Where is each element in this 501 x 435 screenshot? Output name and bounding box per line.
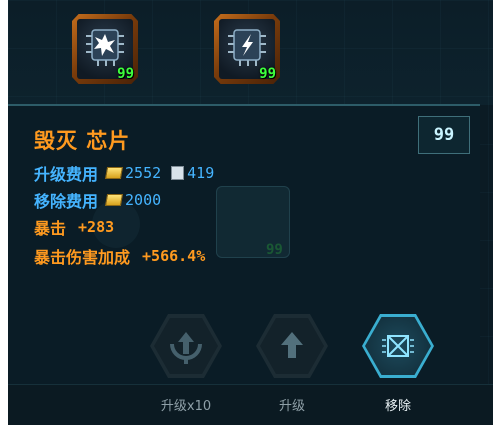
chip-title: 毁灭 芯片 (34, 129, 131, 153)
chip-slot-1[interactable]: 99 (72, 14, 138, 84)
remove-cost-gold: 2000 (125, 191, 162, 209)
gold-icon (104, 194, 124, 206)
remove-cost-row: 移除费用 2000 (34, 189, 161, 211)
stat-crit-damage-label: 暴击伤害加成 (34, 248, 131, 267)
stat-crit-damage-value: +566.4% (142, 247, 206, 265)
upgrade-label: 升级 (278, 399, 305, 414)
stat-crit-label: 暴击 (34, 219, 67, 238)
remove-label: 移除 (384, 399, 411, 414)
chip-count: 99 (259, 66, 276, 82)
chip-material-icon (171, 166, 185, 180)
upgrade-cost-gold: 2552 (125, 164, 162, 182)
chip-lightning-icon (228, 29, 266, 66)
chip-level-badge: 99 (418, 116, 470, 154)
stat-crit-row: 暴击 +283 (34, 216, 114, 238)
stat-crit-damage-row: 暴击伤害加成 +566.4% (34, 245, 205, 267)
background-chip-count: 99 (266, 242, 283, 258)
chip-slot-2[interactable]: 99 (214, 14, 280, 84)
chip-burst-icon (86, 29, 124, 66)
gold-icon (104, 167, 124, 179)
chip-count: 99 (117, 66, 134, 82)
game-screen: 99 99 99 99 毁灭 芯片 升级费用 2552 419 移除费用 200… (8, 0, 493, 425)
upgrade-x10-label: 升级x10 (160, 399, 212, 414)
remove-cost-label: 移除费用 (34, 192, 99, 211)
upgrade-cost-row: 升级费用 2552 419 (34, 162, 214, 184)
stat-crit-value: +283 (78, 218, 115, 236)
upgrade-cost-label: 升级费用 (34, 165, 99, 184)
upgrade-cost-chips: 419 (187, 164, 215, 182)
